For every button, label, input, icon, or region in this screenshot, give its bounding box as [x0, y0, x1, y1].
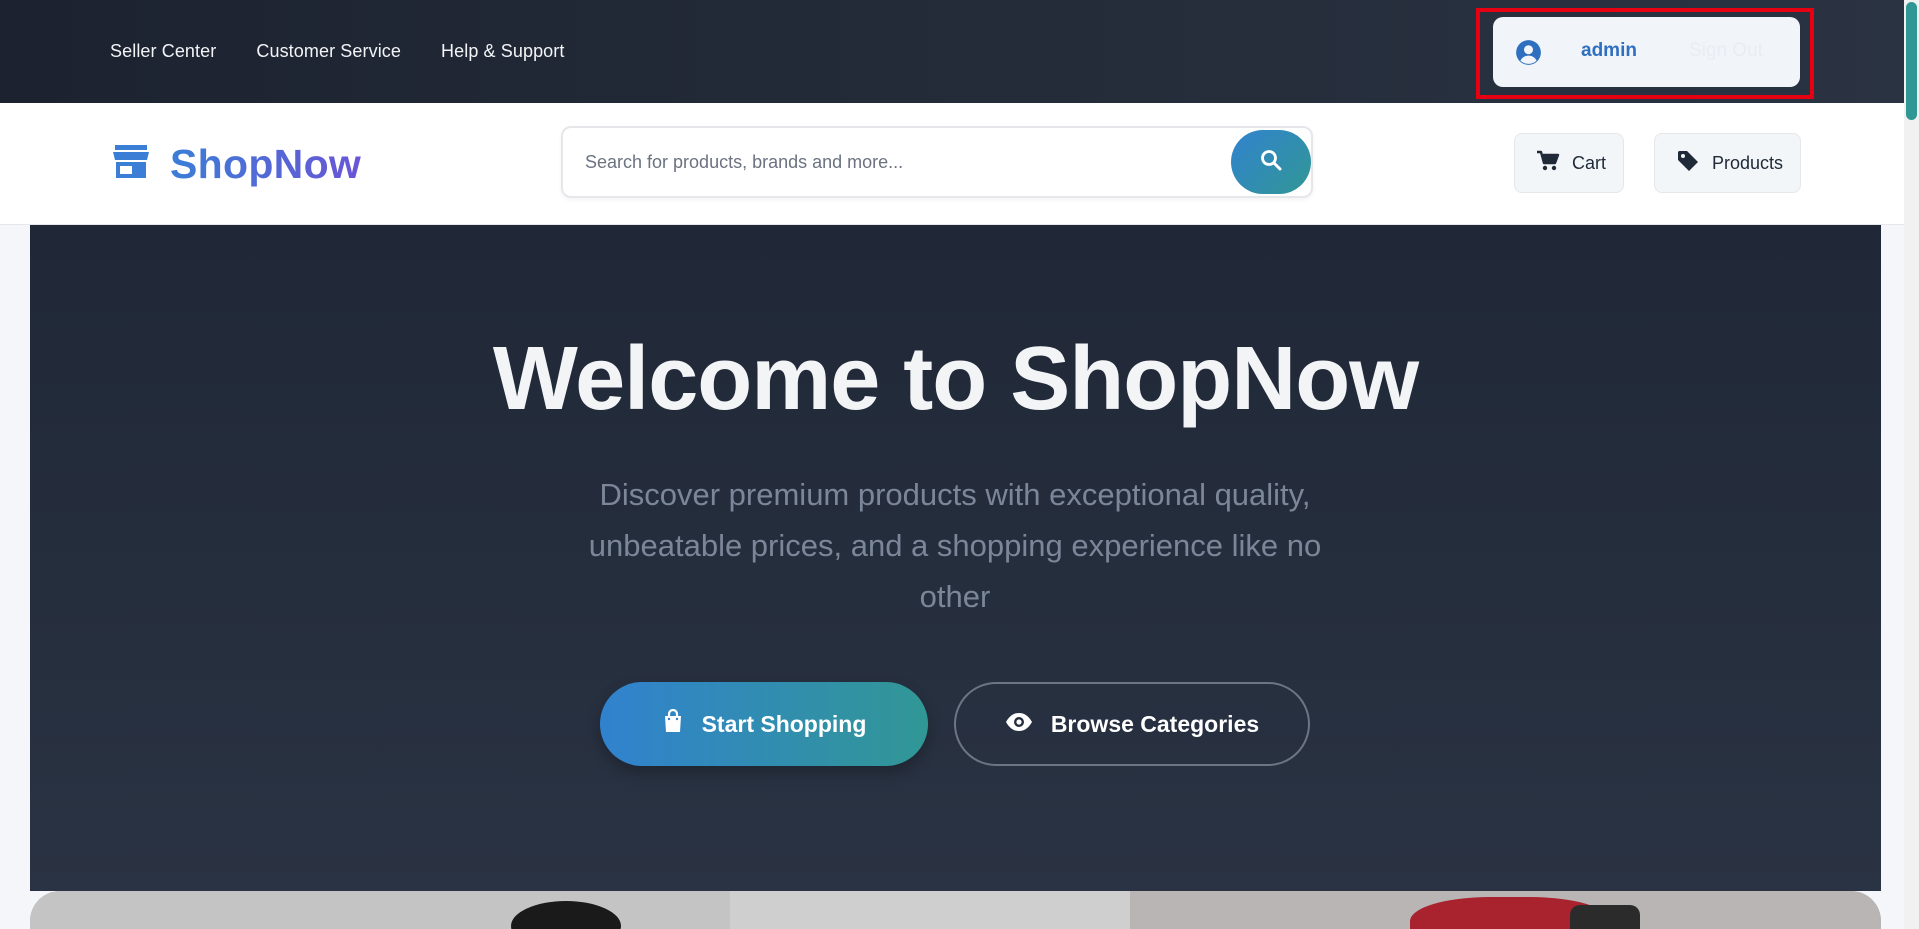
- seller-center-link[interactable]: Seller Center: [110, 41, 216, 62]
- shopnow-logo[interactable]: ShopNow: [112, 141, 361, 188]
- search-icon: [1259, 148, 1283, 177]
- cart-button[interactable]: Cart: [1514, 133, 1624, 193]
- hero-title: Welcome to ShopNow: [492, 329, 1419, 429]
- featured-image-middle: [730, 891, 1130, 929]
- hero-subtitle: Discover premium products with exception…: [588, 477, 1322, 614]
- tag-icon: [1676, 149, 1712, 178]
- browse-categories-label: Browse Categories: [1050, 710, 1260, 737]
- store-icon: [112, 145, 150, 184]
- products-label: Products: [1712, 152, 1784, 173]
- logo-text: ShopNow: [170, 141, 362, 187]
- shoe-detail-shape: [1570, 905, 1640, 929]
- start-shopping-button[interactable]: Start Shopping: [600, 682, 928, 766]
- page-scrollbar[interactable]: [1904, 0, 1919, 929]
- scrollbar-thumb[interactable]: [1906, 2, 1917, 120]
- search-input[interactable]: [585, 142, 1165, 182]
- products-button[interactable]: Products: [1654, 133, 1801, 193]
- search-bar: [561, 126, 1313, 198]
- help-support-link[interactable]: Help & Support: [441, 41, 564, 62]
- top-links: Seller Center Customer Service Help & Su…: [110, 0, 565, 103]
- cart-label: Cart: [1572, 152, 1607, 173]
- sign-out-button[interactable]: Sign Out: [1689, 40, 1763, 62]
- eye-icon: [1005, 711, 1051, 738]
- user-menu[interactable]: admin Sign Out: [1493, 17, 1800, 87]
- shopping-bag-icon: [662, 708, 702, 739]
- user-circle-icon: [1515, 39, 1542, 66]
- browse-categories-button[interactable]: Browse Categories: [954, 682, 1310, 766]
- search-button[interactable]: [1231, 130, 1311, 194]
- featured-image-strip: [30, 891, 1881, 929]
- username-link[interactable]: admin: [1581, 40, 1637, 62]
- start-shopping-label: Start Shopping: [701, 710, 867, 737]
- cart-icon: [1536, 150, 1572, 177]
- customer-service-link[interactable]: Customer Service: [256, 41, 401, 62]
- featured-image-person: [30, 891, 730, 929]
- hero-section: Welcome to ShopNow Discover premium prod…: [30, 225, 1881, 891]
